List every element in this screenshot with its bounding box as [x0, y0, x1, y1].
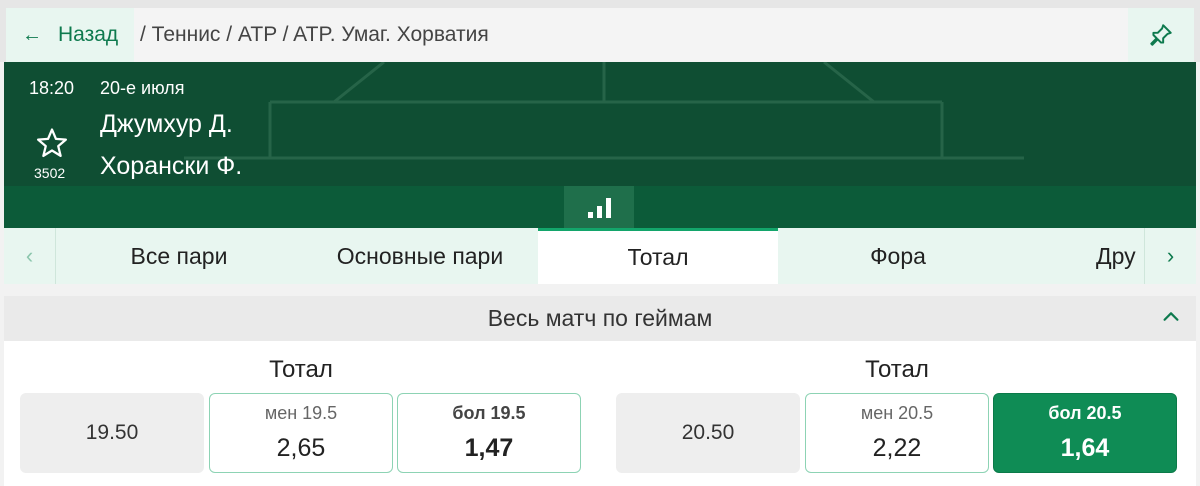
- under-odds-button[interactable]: мен 20.5 2,22: [805, 393, 989, 473]
- tab-all-bets[interactable]: Все пари: [56, 228, 302, 284]
- over-odds-button[interactable]: бол 19.5 1,47: [397, 393, 581, 473]
- tab-label: Все пари: [130, 242, 228, 269]
- odds-label: бол 19.5: [452, 403, 526, 423]
- stats-bar-icon: [596, 206, 602, 218]
- tabs-next-button[interactable]: ›: [1144, 228, 1196, 284]
- group-title: Тотал: [865, 356, 929, 383]
- player-two: Хорански Ф.: [100, 152, 243, 180]
- odds-value: 1,47: [464, 434, 514, 462]
- tab-handicap[interactable]: Фора: [778, 228, 1018, 284]
- under-odds-button[interactable]: мен 19.5 2,65: [209, 393, 393, 473]
- odds-label: мен 20.5: [860, 403, 934, 423]
- stats-button[interactable]: [564, 186, 634, 228]
- market-section: Весь матч по геймам Тотал 19.50 мен 19.5…: [4, 296, 1196, 486]
- tab-total[interactable]: Тотал: [538, 228, 778, 284]
- stats-bar-icon: [587, 212, 593, 218]
- tab-label: Дру: [1096, 242, 1136, 269]
- pin-icon: [1150, 24, 1172, 46]
- odds-label: мен 19.5: [264, 403, 338, 423]
- match-date: 20-е июля: [100, 78, 185, 98]
- stats-bar-icon: [605, 198, 611, 218]
- chevron-right-icon: ›: [1166, 243, 1175, 268]
- pin-button[interactable]: [1128, 8, 1194, 62]
- breadcrumb: / Теннис / ATP / ATP. Умаг. Хорватия: [134, 8, 1128, 62]
- back-label: Назад: [58, 23, 119, 46]
- group-title: Тотал: [269, 356, 333, 383]
- match-header: 18:20 20-е июля Джумхур Д. Хорански Ф. 3…: [4, 62, 1196, 228]
- arrow-left-icon: ←: [22, 23, 42, 46]
- favorites-count: 3502: [34, 165, 66, 181]
- tabs-prev-button[interactable]: ‹: [4, 228, 56, 284]
- tab-main-bets[interactable]: Основные пари: [302, 228, 538, 284]
- chevron-up-icon: [1163, 312, 1179, 321]
- over-odds-button[interactable]: бол 20.5 1,64: [993, 393, 1177, 473]
- odds-value: 1,64: [1060, 434, 1110, 462]
- market-tabs: ‹ Все пари Основные пари Тотал Фора Дру …: [4, 228, 1196, 284]
- tab-label: Основные пари: [336, 242, 504, 269]
- odds-label: бол 20.5: [1048, 403, 1122, 423]
- section-header[interactable]: Весь матч по геймам: [4, 296, 1196, 341]
- total-line: 19.50: [20, 393, 204, 473]
- section-title: Весь матч по геймам: [487, 305, 713, 331]
- odds-value: 2,22: [872, 434, 922, 462]
- star-icon: [36, 128, 68, 158]
- chevron-left-icon: ‹: [25, 243, 34, 268]
- favorite-button[interactable]: [34, 126, 70, 165]
- top-bar: ← Назад / Теннис / ATP / ATP. Умаг. Хорв…: [0, 0, 1200, 62]
- match-time: 18:20: [29, 78, 75, 98]
- player-one: Джумхур Д.: [100, 110, 233, 138]
- total-line: 20.50: [616, 393, 800, 473]
- odds-value: 2,65: [276, 434, 326, 462]
- tab-label: Фора: [870, 242, 926, 269]
- tab-other[interactable]: Дру: [1096, 228, 1144, 284]
- back-button[interactable]: ← Назад: [6, 8, 134, 62]
- tab-label: Тотал: [627, 244, 689, 270]
